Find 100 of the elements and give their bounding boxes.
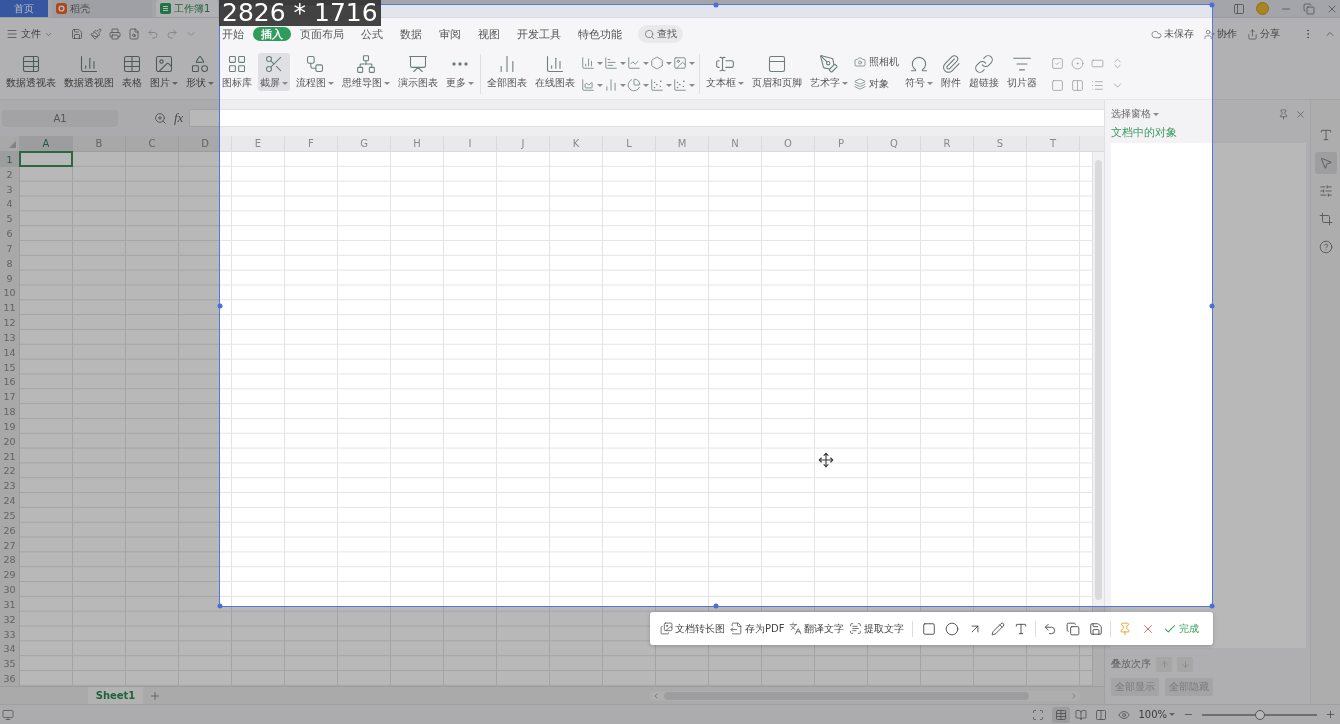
- ribbon-button[interactable]: 附件: [939, 53, 963, 91]
- ribbon-button[interactable]: 思维导图: [340, 53, 392, 91]
- view-button[interactable]: [1052, 706, 1071, 723]
- column-header[interactable]: Q: [868, 136, 921, 151]
- row-header[interactable]: 8: [0, 255, 19, 271]
- row-header[interactable]: 15: [0, 359, 19, 375]
- hexagon-icon[interactable]: [650, 56, 664, 70]
- row-header[interactable]: 3: [0, 181, 19, 197]
- sheet-tab[interactable]: Sheet1: [88, 687, 143, 704]
- horizontal-scrollbar[interactable]: [650, 690, 1080, 701]
- ribbon-button[interactable]: 截屏: [258, 53, 290, 91]
- capture-action-button[interactable]: 存为PDF: [730, 621, 785, 636]
- pin-icon[interactable]: [1278, 108, 1289, 120]
- column-header[interactable]: E: [232, 136, 285, 151]
- row-header[interactable]: 35: [0, 656, 19, 672]
- row-header[interactable]: 13: [0, 330, 19, 345]
- row-header[interactable]: 21: [0, 448, 19, 464]
- share-button[interactable]: 分享: [1247, 27, 1280, 41]
- resize-handle[interactable]: [1209, 2, 1215, 8]
- line-chart-icon[interactable]: [627, 56, 641, 70]
- monitor-icon[interactable]: [2, 708, 14, 721]
- resize-handle[interactable]: [713, 603, 719, 609]
- resize-handle[interactable]: [217, 303, 223, 308]
- text-tool-icon[interactable]: [1014, 621, 1029, 636]
- dropdown-caret-icon[interactable]: [643, 61, 649, 65]
- ribbon-button[interactable]: 流程图: [294, 53, 336, 91]
- dropdown-caret-icon[interactable]: [689, 61, 695, 65]
- checkbox-icon[interactable]: [1050, 56, 1064, 70]
- row-header[interactable]: 34: [0, 641, 19, 657]
- ribbon-button[interactable]: 演示图表: [396, 53, 440, 91]
- ribbon-button[interactable]: 图标库: [220, 53, 254, 91]
- ribbon-button[interactable]: 文本框: [704, 53, 746, 91]
- bar-chart-icon[interactable]: [604, 56, 618, 70]
- file-menu[interactable]: 文件: [6, 27, 53, 41]
- done-button[interactable]: 完成: [1163, 621, 1200, 636]
- column-header[interactable]: N: [709, 136, 762, 151]
- row-header[interactable]: 28: [0, 552, 19, 568]
- radio-icon[interactable]: [1070, 56, 1084, 70]
- column-header[interactable]: J: [497, 136, 550, 151]
- row-header[interactable]: 18: [0, 404, 19, 419]
- pencil-icon[interactable]: [991, 621, 1006, 636]
- row-header[interactable]: 32: [0, 611, 19, 627]
- save-status-button[interactable]: 未保存: [1151, 27, 1194, 41]
- rectangle-tool-icon[interactable]: [922, 621, 937, 636]
- column-header[interactable]: C: [126, 136, 179, 151]
- column-header[interactable]: L: [603, 136, 656, 151]
- dropdown-caret-icon[interactable]: [620, 83, 626, 87]
- vertical-scrollbar[interactable]: [1092, 152, 1104, 686]
- row-header[interactable]: 22: [0, 463, 19, 479]
- function-label[interactable]: fx: [174, 110, 184, 126]
- row-header[interactable]: 9: [0, 270, 19, 286]
- row-header[interactable]: 27: [0, 537, 19, 553]
- resize-handle[interactable]: [1209, 303, 1215, 308]
- avatar-icon[interactable]: [1256, 2, 1269, 15]
- row-header[interactable]: 31: [0, 597, 19, 612]
- row-header[interactable]: 5: [0, 211, 19, 227]
- ribbon-button[interactable]: 数据透视表: [4, 53, 58, 91]
- cell-grid[interactable]: [20, 152, 1092, 686]
- menu-tab[interactable]: 数据: [392, 27, 430, 41]
- column-header[interactable]: F: [285, 136, 338, 151]
- scatter-chart-icon[interactable]: [673, 78, 687, 92]
- menu-tab[interactable]: 特色功能: [570, 27, 630, 41]
- ribbon-button[interactable]: 数据透视图: [62, 53, 116, 91]
- list-icon[interactable]: [1090, 78, 1104, 92]
- row-header[interactable]: 30: [0, 582, 19, 597]
- column-header[interactable]: R: [921, 136, 974, 151]
- square-icon[interactable]: [1050, 78, 1064, 92]
- row-header[interactable]: 7: [0, 241, 19, 256]
- dropdown-caret-icon[interactable]: [666, 61, 672, 65]
- row-header[interactable]: 23: [0, 478, 19, 494]
- resize-handle[interactable]: [713, 2, 719, 8]
- dropdown-caret-icon[interactable]: [643, 83, 649, 87]
- pane-menu-button[interactable]: 选择窗格: [1111, 107, 1159, 121]
- redo-icon[interactable]: [166, 28, 178, 40]
- column-header[interactable]: T: [1027, 136, 1080, 151]
- row-header[interactable]: 24: [0, 493, 19, 508]
- column-header[interactable]: B: [73, 136, 126, 151]
- ribbon-button[interactable]: 页眉和页脚: [750, 53, 804, 91]
- menu-tab[interactable]: 开发工具: [509, 27, 569, 41]
- row-header[interactable]: 20: [0, 433, 19, 449]
- column-header[interactable]: M: [656, 136, 709, 151]
- dropdown-caret-icon[interactable]: [620, 61, 626, 65]
- ribbon-button[interactable]: 超链接: [967, 53, 1001, 91]
- ribbon-button[interactable]: 在线图表: [533, 53, 577, 91]
- copy-icon[interactable]: [1066, 621, 1081, 636]
- capture-action-button[interactable]: 翻译文字: [789, 621, 845, 636]
- dropdown-caret-icon[interactable]: [597, 61, 603, 65]
- menu-tab[interactable]: 公式: [353, 27, 391, 41]
- capture-action-button[interactable]: 提取文字: [849, 621, 905, 636]
- ribbon-button[interactable]: 切片器: [1005, 53, 1039, 91]
- columns-icon[interactable]: [1070, 78, 1084, 92]
- column-chart-icon[interactable]: [581, 56, 595, 70]
- ribbon-button[interactable]: 形状: [184, 53, 216, 91]
- menu-tab[interactable]: 审阅: [431, 27, 469, 41]
- dropdown-caret-icon[interactable]: [597, 83, 603, 87]
- row-header[interactable]: 19: [0, 419, 19, 434]
- save-icon[interactable]: [71, 28, 83, 40]
- column-header[interactable]: D: [179, 136, 232, 151]
- pie-chart-icon[interactable]: [627, 78, 641, 92]
- ribbon-button[interactable]: 表格: [120, 53, 144, 91]
